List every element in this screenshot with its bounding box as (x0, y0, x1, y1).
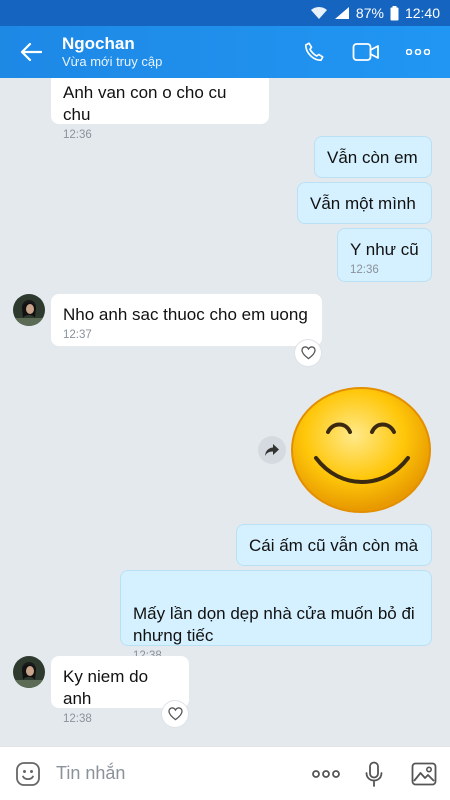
message-text: Y như cũ (350, 240, 419, 259)
heart-icon (300, 346, 316, 360)
message-time: 12:38 (63, 713, 92, 725)
message-text: Nho anh sac thuoc cho em uong (63, 305, 308, 324)
send-image-button[interactable] (398, 747, 450, 800)
message-text: Mấy lần dọn dẹp nhà cửa muốn bỏ đi nhưng… (133, 604, 415, 645)
battery-icon (390, 5, 399, 21)
message-text: Ky niem do anh (63, 667, 149, 708)
message-bubble-outgoing[interactable]: Cái ấm cũ vẫn còn mà (236, 524, 432, 566)
message-bubble-outgoing[interactable]: Vẫn một mình (297, 182, 432, 224)
message-bubble-incoming[interactable]: Nho anh sac thuoc cho em uong 12:37 (51, 294, 322, 346)
phone-icon (304, 42, 324, 62)
message-list[interactable]: Anh van con o cho cu chu 12:36 Vẫn còn e… (0, 78, 450, 746)
clock: 12:40 (404, 5, 440, 21)
arrow-left-icon (20, 42, 42, 62)
more-dots-icon (312, 769, 340, 778)
contact-avatar[interactable] (13, 656, 45, 688)
video-call-button[interactable] (340, 26, 392, 78)
message-text: Cái ấm cũ vẫn còn mà (249, 536, 419, 555)
voice-call-button[interactable] (288, 26, 340, 78)
image-gallery-icon (411, 762, 437, 785)
smiling-face-sticker[interactable] (290, 386, 432, 519)
more-input-options-button[interactable] (302, 747, 350, 800)
message-bubble-outgoing[interactable]: Y như cũ 12:36 (337, 228, 432, 282)
message-time: 12:36 (63, 129, 92, 141)
reaction-button[interactable] (162, 701, 188, 727)
share-arrow-icon (265, 444, 279, 456)
wifi-icon (310, 6, 328, 20)
reaction-button[interactable] (295, 340, 321, 366)
more-dots-icon (406, 49, 430, 55)
status-bar: 87% 12:40 (0, 0, 450, 26)
message-time: 12:37 (63, 329, 92, 341)
message-text: Anh van con o cho cu chu (63, 83, 227, 124)
contact-info[interactable]: Ngochan Vừa mới truy cập (62, 34, 288, 70)
more-options-button[interactable] (392, 26, 444, 78)
message-bubble-outgoing[interactable]: Vẫn còn em (314, 136, 432, 178)
message-time: 12:36 (350, 264, 379, 276)
emoji-button[interactable] (0, 747, 56, 800)
contact-status: Vừa mới truy cập (62, 54, 163, 69)
message-bubble-incoming[interactable]: Anh van con o cho cu chu 12:36 (51, 78, 269, 141)
contact-name: Ngochan (62, 34, 135, 53)
video-camera-icon (352, 43, 379, 61)
battery-percent: 87% (355, 5, 384, 21)
message-text: Vẫn còn em (327, 148, 418, 167)
voice-message-button[interactable] (350, 747, 398, 800)
message-composer: Tin nhắn (0, 746, 450, 800)
message-bubble-incoming[interactable]: Ky niem do anh 12:38 (51, 656, 189, 725)
forward-button[interactable] (258, 436, 286, 464)
message-bubble-outgoing[interactable]: Mấy lần dọn dẹp nhà cửa muốn bỏ đi nhưng… (120, 570, 432, 662)
back-button[interactable] (0, 26, 62, 78)
microphone-icon (365, 761, 383, 787)
smiley-icon (16, 761, 40, 786)
chat-header: Ngochan Vừa mới truy cập (0, 26, 450, 78)
heart-icon (167, 707, 183, 721)
message-text: Vẫn một mình (310, 194, 416, 213)
signal-icon (334, 6, 350, 20)
message-input[interactable]: Tin nhắn (56, 763, 302, 784)
contact-avatar[interactable] (13, 294, 45, 326)
